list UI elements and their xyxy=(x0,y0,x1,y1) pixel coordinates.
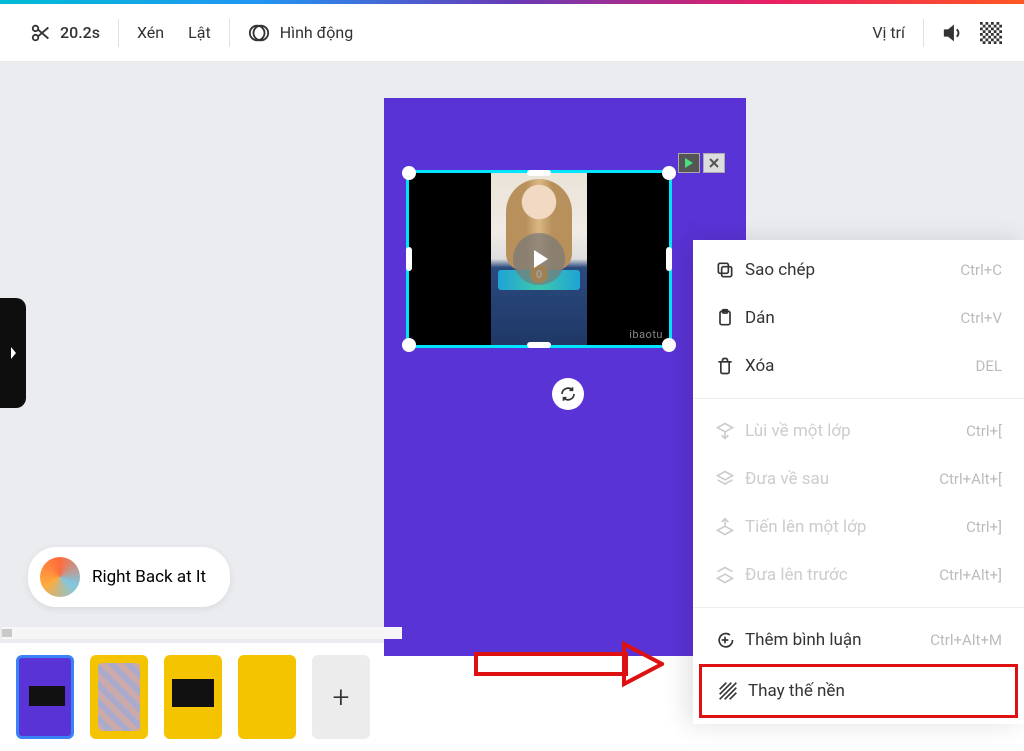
resize-handle-bl[interactable] xyxy=(402,338,416,352)
watermark-text: ibaotu xyxy=(629,328,663,341)
menu-separator xyxy=(693,607,1024,608)
close-icon xyxy=(709,158,719,168)
menu-delete[interactable]: Xóa DEL xyxy=(693,342,1024,390)
separator xyxy=(118,19,119,47)
layer-bottom-icon xyxy=(715,469,735,489)
rotate-icon xyxy=(559,385,577,403)
resize-handle-top[interactable] xyxy=(527,170,551,176)
clip-controls xyxy=(678,153,725,173)
menu-to-front: Đưa lên trước Ctrl+Alt+] xyxy=(693,551,1024,599)
resize-handle-br[interactable] xyxy=(662,338,676,352)
resize-handle-right[interactable] xyxy=(666,247,672,271)
page-thumb-1[interactable] xyxy=(16,655,74,739)
toolbar: 20.2s Xén Lật Hình động Vị trí xyxy=(0,4,1024,62)
menu-to-back: Đưa về sau Ctrl+Alt+[ xyxy=(693,455,1024,503)
music-album-icon xyxy=(40,557,80,597)
menu-forward: Tiến lên một lớp Ctrl+] xyxy=(693,503,1024,551)
rotate-button[interactable] xyxy=(552,378,584,410)
trash-icon xyxy=(715,356,735,376)
hatch-icon xyxy=(718,681,738,701)
page-thumb-3[interactable] xyxy=(164,655,222,739)
chevron-left-icon xyxy=(7,345,19,361)
flip-button[interactable]: Lật xyxy=(176,4,223,61)
menu-comment[interactable]: Thêm bình luận Ctrl+Alt+M xyxy=(693,616,1024,664)
resize-handle-left[interactable] xyxy=(406,247,412,271)
canvas-area[interactable]: 0 ibaotu Right Back at It xyxy=(0,62,1024,643)
side-panel-toggle[interactable] xyxy=(0,298,26,408)
page-thumb-4[interactable] xyxy=(238,655,296,739)
add-page-button[interactable]: + xyxy=(312,655,370,739)
resize-handle-tl[interactable] xyxy=(402,166,416,180)
menu-separator xyxy=(693,398,1024,399)
crop-button[interactable]: Xén xyxy=(125,4,176,61)
music-title: Right Back at It xyxy=(92,567,206,587)
play-icon xyxy=(684,158,694,168)
menu-replace-background[interactable]: Thay thế nền xyxy=(699,664,1018,718)
layer-top-icon xyxy=(715,565,735,585)
comment-icon xyxy=(715,630,735,650)
horizontal-scrollbar[interactable] xyxy=(2,627,402,639)
separator xyxy=(229,19,230,47)
layer-back-icon xyxy=(715,421,735,441)
scissors-icon xyxy=(30,22,52,44)
context-menu: Sao chép Ctrl+C Dán Ctrl+V Xóa DEL Lùi v… xyxy=(693,240,1024,724)
duration-button[interactable]: 20.2s xyxy=(18,4,112,61)
speaker-icon xyxy=(942,22,964,44)
menu-copy[interactable]: Sao chép Ctrl+C xyxy=(693,246,1024,294)
animate-button[interactable]: Hình động xyxy=(236,4,366,61)
paste-icon xyxy=(715,308,735,328)
resize-handle-bottom[interactable] xyxy=(527,342,551,348)
menu-backward: Lùi về một lớp Ctrl+[ xyxy=(693,407,1024,455)
checker-icon xyxy=(980,22,1002,44)
clip-close-button[interactable] xyxy=(703,153,725,173)
copy-icon xyxy=(715,260,735,280)
position-button[interactable]: Vị trí xyxy=(860,4,917,61)
page-thumb-2[interactable] xyxy=(90,655,148,739)
selected-video-element[interactable]: 0 ibaotu xyxy=(406,170,672,348)
resize-handle-tr[interactable] xyxy=(662,166,676,180)
animate-icon xyxy=(248,22,270,44)
transparency-button[interactable] xyxy=(976,4,1006,61)
duration-label: 20.2s xyxy=(60,23,100,42)
clip-play-button[interactable] xyxy=(678,153,700,173)
volume-button[interactable] xyxy=(930,4,976,61)
menu-paste[interactable]: Dán Ctrl+V xyxy=(693,294,1024,342)
layer-front-icon xyxy=(715,517,735,537)
music-chip[interactable]: Right Back at It xyxy=(28,547,230,607)
separator xyxy=(923,19,924,47)
play-button[interactable] xyxy=(513,233,565,285)
